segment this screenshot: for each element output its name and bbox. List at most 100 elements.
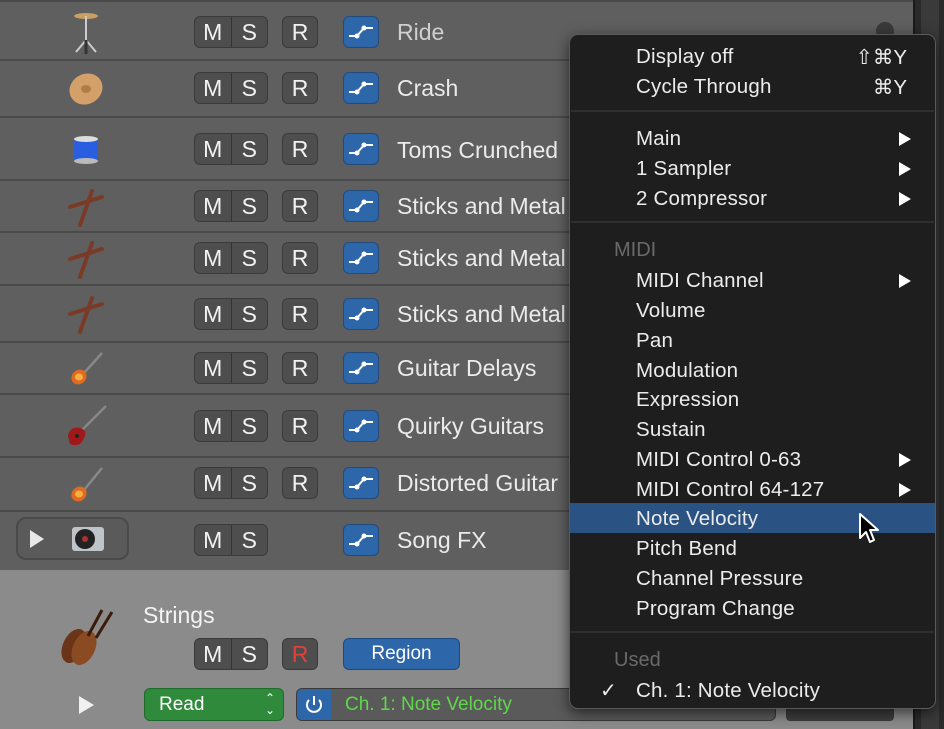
solo-button[interactable]: S bbox=[232, 73, 268, 103]
menu-section-header-used: Used bbox=[614, 649, 661, 671]
menu-item-sustain[interactable]: Sustain bbox=[570, 414, 935, 444]
menu-item-label: 1 Sampler bbox=[636, 157, 732, 180]
track-name[interactable]: Crash bbox=[397, 75, 458, 102]
mute-solo-group: MS bbox=[194, 16, 268, 48]
automation-curve-icon bbox=[349, 533, 373, 547]
record-enable-button[interactable]: R bbox=[282, 467, 318, 499]
solo-button[interactable]: S bbox=[232, 299, 268, 329]
solo-button[interactable]: S bbox=[232, 525, 268, 555]
track-name[interactable]: Ride bbox=[397, 19, 444, 46]
mute-button[interactable]: M bbox=[195, 191, 232, 221]
global-track-disclosure-button[interactable] bbox=[16, 517, 129, 560]
record-enable-button[interactable]: R bbox=[282, 298, 318, 330]
automation-power-button[interactable] bbox=[297, 689, 331, 720]
menu-item-midi-control-0-63[interactable]: MIDI Control 0-63 bbox=[570, 444, 935, 474]
automation-toggle-button[interactable] bbox=[343, 352, 379, 384]
record-enable-button[interactable]: R bbox=[282, 410, 318, 442]
mute-button[interactable]: M bbox=[195, 73, 232, 103]
menu-item-expression[interactable]: Expression bbox=[570, 384, 935, 414]
menu-item-volume[interactable]: Volume bbox=[570, 295, 935, 325]
menu-item-midi-channel[interactable]: MIDI Channel bbox=[570, 265, 935, 295]
menu-section-header-midi: MIDI bbox=[614, 239, 657, 261]
mute-button[interactable]: M bbox=[195, 353, 232, 383]
mute-button[interactable]: M bbox=[195, 639, 232, 669]
menu-item-channel-pressure[interactable]: Channel Pressure bbox=[570, 563, 935, 593]
selected-track-name[interactable]: Strings bbox=[143, 602, 215, 629]
record-enable-button[interactable]: R bbox=[282, 638, 318, 670]
track-name[interactable]: Sticks and Metal bbox=[397, 301, 566, 328]
menu-item-midi-control-64-127[interactable]: MIDI Control 64-127 bbox=[570, 474, 935, 504]
automation-toggle-button[interactable] bbox=[343, 190, 379, 222]
automation-toggle-button[interactable] bbox=[343, 298, 379, 330]
mute-button[interactable]: M bbox=[195, 299, 232, 329]
track-name[interactable]: Quirky Guitars bbox=[397, 413, 544, 440]
automation-mode-select[interactable]: Read ⌃ ⌄ bbox=[144, 688, 284, 721]
menu-item-label: Sustain bbox=[636, 418, 706, 441]
mute-button[interactable]: M bbox=[195, 411, 232, 441]
record-enable-button[interactable]: R bbox=[282, 242, 318, 274]
menu-item-compressor[interactable]: 2 Compressor bbox=[570, 183, 935, 213]
record-enable-label: R bbox=[291, 640, 309, 667]
automation-toggle-button[interactable] bbox=[343, 467, 379, 499]
record-enable-button[interactable]: R bbox=[282, 16, 318, 48]
track-name[interactable]: Guitar Delays bbox=[397, 355, 536, 382]
ride-cymbal-icon bbox=[60, 10, 112, 56]
automation-toggle-button[interactable] bbox=[343, 16, 379, 48]
sg-guitar-icon bbox=[60, 401, 112, 451]
record-enable-button[interactable]: R bbox=[282, 133, 318, 165]
mute-button[interactable]: M bbox=[195, 468, 232, 498]
mute-solo-group: MS bbox=[194, 190, 268, 222]
track-name[interactable]: Distorted Guitar bbox=[397, 470, 558, 497]
drumsticks-icon bbox=[60, 185, 112, 229]
record-enable-button[interactable]: R bbox=[282, 352, 318, 384]
automation-curve-icon bbox=[349, 419, 373, 433]
menu-separator bbox=[571, 631, 934, 633]
menu-item-label: Modulation bbox=[636, 359, 739, 382]
solo-button[interactable]: S bbox=[232, 411, 268, 441]
solo-button[interactable]: S bbox=[232, 17, 268, 47]
solo-button[interactable]: S bbox=[232, 134, 268, 164]
automation-toggle-button[interactable] bbox=[343, 242, 379, 274]
mute-solo-group: MS bbox=[194, 352, 268, 384]
menu-item-label: 2 Compressor bbox=[636, 187, 768, 210]
menu-item-label: Display off bbox=[636, 45, 734, 68]
menu-item-display-off[interactable]: Display off ⇧⌘Y bbox=[570, 41, 935, 71]
automation-toggle-button[interactable] bbox=[343, 410, 379, 442]
solo-button[interactable]: S bbox=[232, 243, 268, 273]
region-button[interactable]: Region bbox=[343, 638, 460, 670]
track-name[interactable]: Sticks and Metal bbox=[397, 245, 566, 272]
track-name[interactable]: Toms Crunched bbox=[397, 137, 558, 164]
mute-button[interactable]: M bbox=[195, 525, 232, 555]
menu-item-label: Expression bbox=[636, 388, 740, 411]
record-enable-button[interactable]: R bbox=[282, 72, 318, 104]
mute-solo-group: MS bbox=[194, 467, 268, 499]
record-enable-button[interactable]: R bbox=[282, 190, 318, 222]
menu-separator bbox=[571, 221, 934, 223]
menu-item-sampler[interactable]: 1 Sampler bbox=[570, 153, 935, 183]
menu-item-label: MIDI Control 64-127 bbox=[636, 478, 825, 501]
automation-mode-value: Read bbox=[159, 694, 205, 715]
menu-item-pan[interactable]: Pan bbox=[570, 325, 935, 355]
menu-separator bbox=[571, 110, 934, 112]
menu-item-cycle-through[interactable]: Cycle Through ⌘Y bbox=[570, 71, 935, 101]
automation-disclosure-triangle-icon[interactable] bbox=[79, 696, 94, 714]
mute-button[interactable]: M bbox=[195, 243, 232, 273]
automation-curve-icon bbox=[349, 25, 373, 39]
solo-button[interactable]: S bbox=[232, 353, 268, 383]
automation-toggle-button[interactable] bbox=[343, 72, 379, 104]
menu-item-main[interactable]: Main bbox=[570, 123, 935, 153]
menu-item-program-change[interactable]: Program Change bbox=[570, 593, 935, 623]
mute-solo-group: MS bbox=[194, 242, 268, 274]
mute-button[interactable]: M bbox=[195, 17, 232, 47]
crash-cymbal-icon bbox=[60, 67, 112, 111]
automation-toggle-button[interactable] bbox=[343, 133, 379, 165]
menu-item-used-note-velocity[interactable]: ✓ Ch. 1: Note Velocity bbox=[570, 675, 935, 705]
mute-button[interactable]: M bbox=[195, 134, 232, 164]
track-name[interactable]: Song FX bbox=[397, 527, 487, 554]
solo-button[interactable]: S bbox=[232, 639, 268, 669]
menu-item-modulation[interactable]: Modulation bbox=[570, 355, 935, 385]
track-name[interactable]: Sticks and Metal bbox=[397, 193, 566, 220]
solo-button[interactable]: S bbox=[232, 191, 268, 221]
automation-toggle-button[interactable] bbox=[343, 524, 379, 556]
solo-button[interactable]: S bbox=[232, 468, 268, 498]
